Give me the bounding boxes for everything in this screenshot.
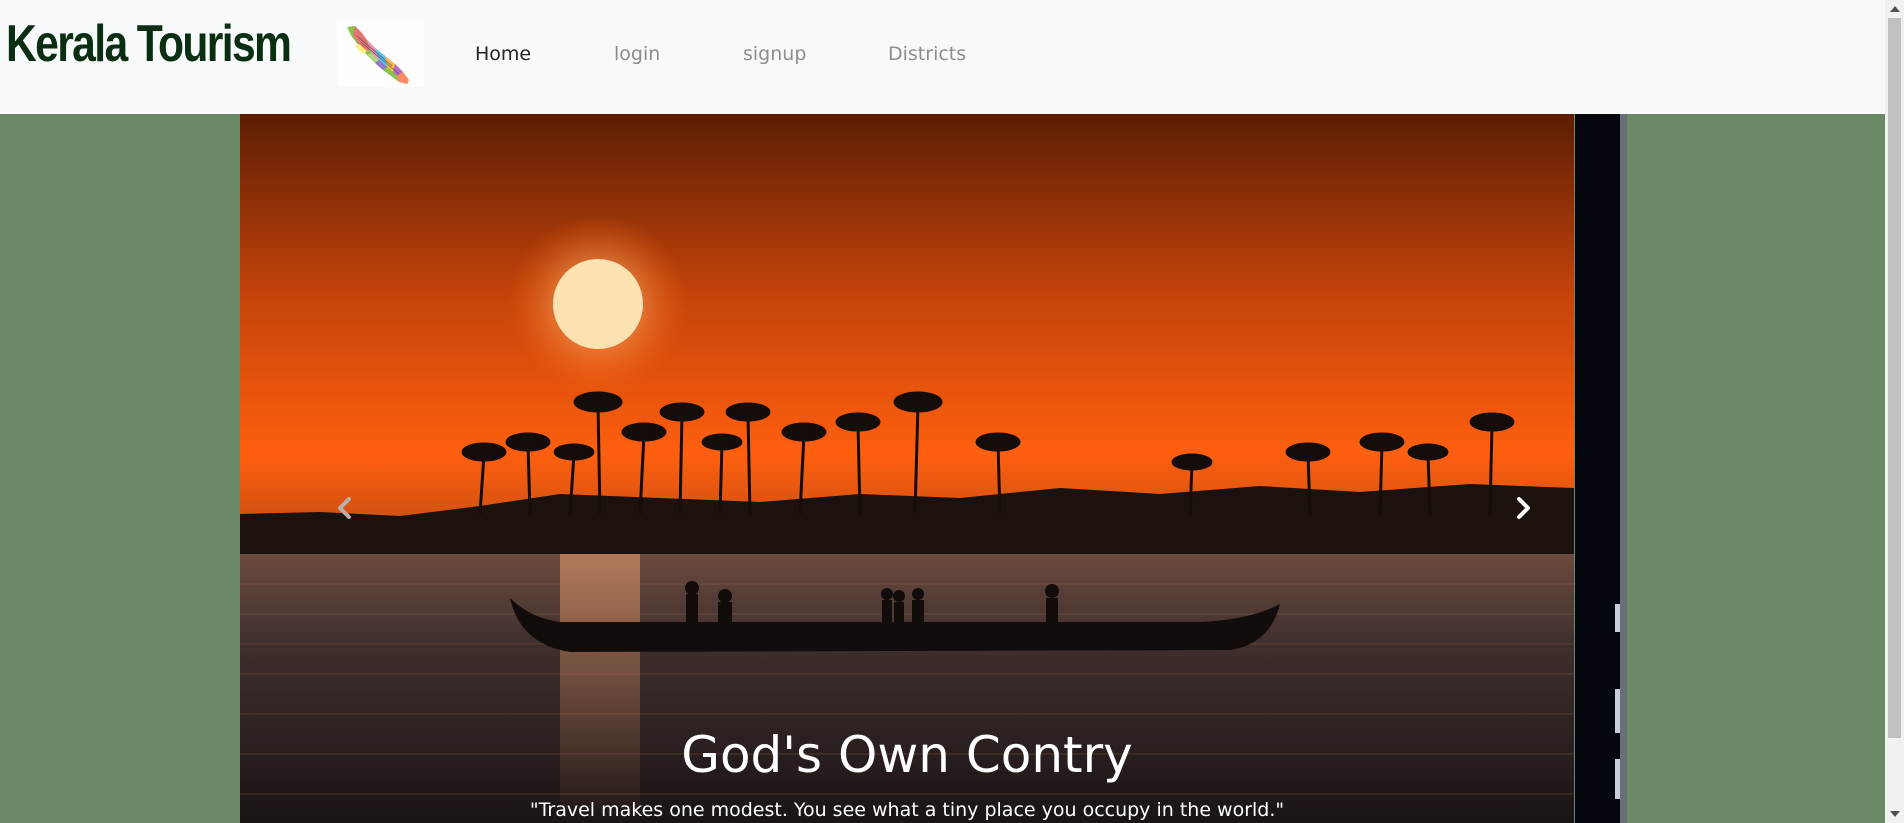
slide-edge-mark: [1615, 604, 1620, 632]
nav-link-signup[interactable]: signup: [743, 43, 806, 65]
scroll-down-icon[interactable]: [1890, 811, 1900, 817]
slide-edge-mark: [1615, 689, 1620, 733]
carousel-prev-button[interactable]: [325, 488, 365, 528]
kerala-map-icon[interactable]: [337, 20, 424, 87]
backwater-sunset-image: [240, 114, 1574, 823]
scrollbar-thumb[interactable]: [1888, 18, 1901, 738]
nav-link-home[interactable]: Home: [475, 43, 531, 65]
nav-link-login[interactable]: login: [614, 43, 660, 65]
chevron-right-icon: [1517, 497, 1530, 519]
chevron-left-icon: [338, 497, 351, 519]
scroll-up-icon[interactable]: [1890, 6, 1900, 12]
slide-edge: [1620, 114, 1627, 823]
slide-edge-mark: [1615, 759, 1620, 799]
next-slide-preview: [1575, 114, 1627, 823]
vertical-scrollbar[interactable]: [1885, 0, 1904, 823]
page: Kerala Tourism Home login signup Distric…: [0, 0, 1885, 823]
carousel-slide-image: [240, 114, 1574, 823]
carousel-next-button[interactable]: [1503, 488, 1543, 528]
carousel-caption-title: God's Own Contry: [681, 726, 1133, 784]
navbar: Kerala Tourism Home login signup Distric…: [0, 0, 1885, 114]
carousel-caption-quote: "Travel makes one modest. You see what a…: [529, 799, 1285, 821]
brand-title[interactable]: Kerala Tourism: [6, 14, 292, 74]
nav-link-districts[interactable]: Districts: [888, 43, 966, 65]
